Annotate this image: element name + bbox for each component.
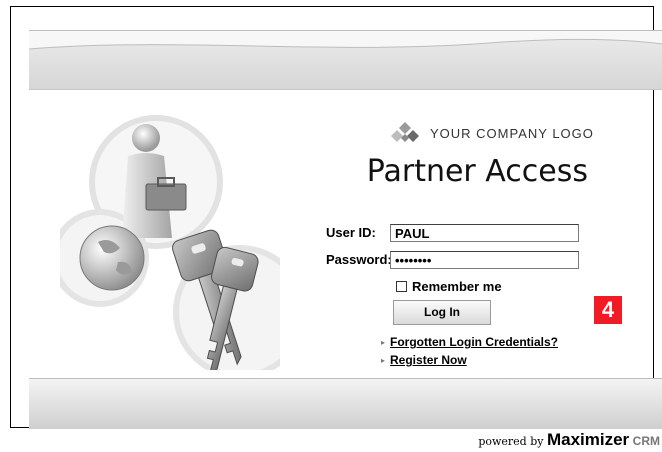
- header-band: [29, 30, 662, 90]
- powered-by-brand: Maximizer: [546, 430, 630, 449]
- remember-me-checkbox[interactable]: [396, 281, 407, 292]
- partner-illustration: [60, 115, 280, 370]
- remember-me-label: Remember me: [412, 279, 502, 294]
- user-id-label: User ID:: [326, 225, 376, 240]
- footer-band: [29, 378, 662, 429]
- diamond-cluster-icon: [391, 122, 419, 142]
- login-button[interactable]: Log In: [393, 300, 491, 325]
- password-label: Password:: [326, 252, 392, 267]
- bullet-arrow-icon: ▸: [381, 337, 386, 347]
- forgotten-credentials-row: ▸ Forgotten Login Credentials?: [381, 335, 558, 349]
- password-input[interactable]: [390, 251, 579, 269]
- register-now-row: ▸ Register Now: [381, 353, 467, 367]
- page-title: Partner Access: [366, 154, 588, 189]
- step-badge: 4: [594, 296, 622, 324]
- powered-by: powered by Maximizer CRM: [478, 430, 660, 450]
- header-wave-decoration: [29, 31, 662, 50]
- forgotten-credentials-link[interactable]: Forgotten Login Credentials?: [390, 335, 558, 349]
- register-now-link[interactable]: Register Now: [390, 353, 467, 367]
- powered-by-product: CRM: [632, 434, 660, 448]
- bullet-arrow-icon: ▸: [381, 355, 386, 365]
- user-id-input[interactable]: [390, 224, 579, 242]
- powered-by-prefix: powered by: [478, 435, 544, 448]
- company-logo: YOUR COMPANY LOGO: [390, 118, 594, 148]
- logo-text: YOUR COMPANY LOGO: [430, 125, 594, 141]
- remember-me-row[interactable]: Remember me: [396, 279, 502, 294]
